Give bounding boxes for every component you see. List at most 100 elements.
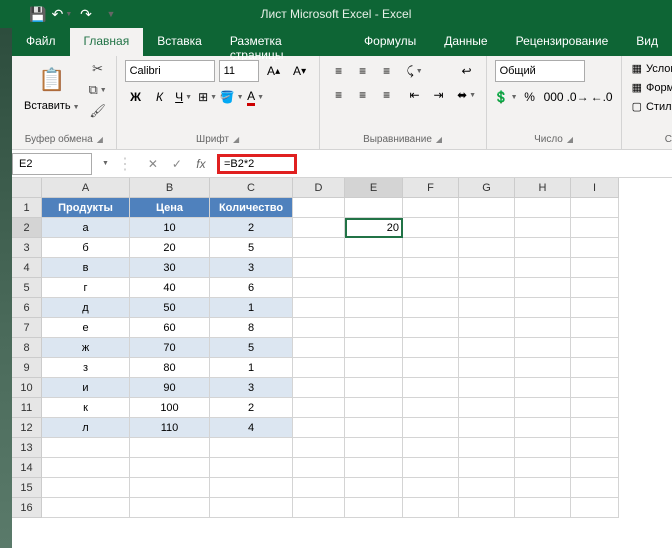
orientation-icon[interactable]: ⤹▼ xyxy=(404,60,426,82)
cell[interactable] xyxy=(293,218,345,238)
cell[interactable] xyxy=(515,418,571,438)
font-color-button[interactable]: A▼ xyxy=(245,86,267,108)
cell[interactable] xyxy=(293,358,345,378)
cell[interactable] xyxy=(459,258,515,278)
cell[interactable]: к xyxy=(42,398,130,418)
cell[interactable]: 2 xyxy=(210,218,293,238)
cell[interactable] xyxy=(515,438,571,458)
cell[interactable] xyxy=(293,418,345,438)
cell[interactable]: е xyxy=(42,318,130,338)
cell[interactable]: 80 xyxy=(130,358,210,378)
cell[interactable] xyxy=(459,378,515,398)
cell[interactable] xyxy=(459,358,515,378)
redo-icon[interactable]: ↷ xyxy=(76,4,96,24)
bold-button[interactable]: Ж xyxy=(125,86,147,108)
cell[interactable] xyxy=(571,438,619,458)
cell[interactable] xyxy=(515,318,571,338)
cell[interactable] xyxy=(403,358,459,378)
cell[interactable] xyxy=(571,218,619,238)
cell[interactable]: з xyxy=(42,358,130,378)
cell[interactable]: 110 xyxy=(130,418,210,438)
cell[interactable] xyxy=(459,218,515,238)
increase-decimal-icon[interactable]: .0→ xyxy=(567,86,589,108)
cell[interactable] xyxy=(459,418,515,438)
cell[interactable] xyxy=(293,498,345,518)
cell[interactable] xyxy=(571,298,619,318)
cell[interactable] xyxy=(459,278,515,298)
cell[interactable]: Продукты xyxy=(42,198,130,218)
cell[interactable] xyxy=(345,498,403,518)
format-as-table-button[interactable]: ▦Форматирова xyxy=(630,79,672,96)
cell-styles-button[interactable]: ▢Стили ячеек xyxy=(630,98,672,115)
cell[interactable] xyxy=(210,478,293,498)
tab-file[interactable]: Файл xyxy=(12,28,70,56)
tab-data[interactable]: Данные xyxy=(430,28,501,56)
row-header[interactable]: 14 xyxy=(12,458,42,478)
tab-view[interactable]: Вид xyxy=(622,28,672,56)
cancel-icon[interactable]: ✕ xyxy=(141,153,165,175)
row-header[interactable]: 4 xyxy=(12,258,42,278)
cell[interactable]: 10 xyxy=(130,218,210,238)
underline-button[interactable]: Ч▼ xyxy=(173,86,195,108)
cell[interactable] xyxy=(515,258,571,278)
cell[interactable]: 1 xyxy=(210,298,293,318)
cell[interactable] xyxy=(571,378,619,398)
conditional-formatting-button[interactable]: ▦Условное фо xyxy=(630,60,672,77)
wrap-text-icon[interactable]: ↩ xyxy=(456,60,478,82)
percent-icon[interactable]: % xyxy=(519,86,541,108)
cell[interactable]: 50 xyxy=(130,298,210,318)
cell[interactable]: 20 xyxy=(130,238,210,258)
cell[interactable] xyxy=(293,458,345,478)
cell[interactable] xyxy=(571,318,619,338)
cell[interactable] xyxy=(515,378,571,398)
col-header[interactable]: B xyxy=(130,178,210,198)
align-center-icon[interactable]: ≡ xyxy=(352,84,374,106)
row-header[interactable]: 8 xyxy=(12,338,42,358)
cell[interactable] xyxy=(403,318,459,338)
col-header[interactable]: E xyxy=(345,178,403,198)
cell[interactable] xyxy=(459,338,515,358)
cell[interactable] xyxy=(403,298,459,318)
cell[interactable] xyxy=(345,478,403,498)
cell[interactable]: 8 xyxy=(210,318,293,338)
cell[interactable]: 90 xyxy=(130,378,210,398)
cell[interactable] xyxy=(403,478,459,498)
cell[interactable] xyxy=(459,478,515,498)
row-header[interactable]: 13 xyxy=(12,438,42,458)
cell[interactable] xyxy=(210,438,293,458)
cell[interactable] xyxy=(293,478,345,498)
row-header[interactable]: 2 xyxy=(12,218,42,238)
cell[interactable]: 3 xyxy=(210,258,293,278)
font-name-select[interactable] xyxy=(125,60,215,82)
cell[interactable] xyxy=(459,398,515,418)
cell[interactable] xyxy=(293,338,345,358)
cell[interactable] xyxy=(345,358,403,378)
cell[interactable] xyxy=(571,338,619,358)
cell[interactable] xyxy=(571,278,619,298)
cell[interactable] xyxy=(130,478,210,498)
paste-button[interactable]: 📋 Вставить▼ xyxy=(20,60,84,120)
cell[interactable] xyxy=(459,238,515,258)
cell[interactable] xyxy=(130,458,210,478)
cut-icon[interactable]: ✂ xyxy=(88,60,108,78)
cell[interactable] xyxy=(515,218,571,238)
cell[interactable]: д xyxy=(42,298,130,318)
cell[interactable] xyxy=(403,398,459,418)
cell[interactable] xyxy=(403,438,459,458)
cell[interactable] xyxy=(345,258,403,278)
cell[interactable]: 30 xyxy=(130,258,210,278)
tab-review[interactable]: Рецензирование xyxy=(502,28,623,56)
align-middle-icon[interactable]: ≡ xyxy=(352,60,374,82)
cell[interactable] xyxy=(403,418,459,438)
launcher-icon[interactable]: ◢ xyxy=(97,135,103,144)
row-header[interactable]: 10 xyxy=(12,378,42,398)
cell[interactable] xyxy=(293,378,345,398)
cell[interactable]: и xyxy=(42,378,130,398)
fill-color-button[interactable]: 🪣▼ xyxy=(221,86,243,108)
align-bottom-icon[interactable]: ≡ xyxy=(376,60,398,82)
cell[interactable] xyxy=(403,218,459,238)
row-header[interactable]: 5 xyxy=(12,278,42,298)
cell[interactable] xyxy=(42,498,130,518)
cell[interactable] xyxy=(293,438,345,458)
cell[interactable]: а xyxy=(42,218,130,238)
